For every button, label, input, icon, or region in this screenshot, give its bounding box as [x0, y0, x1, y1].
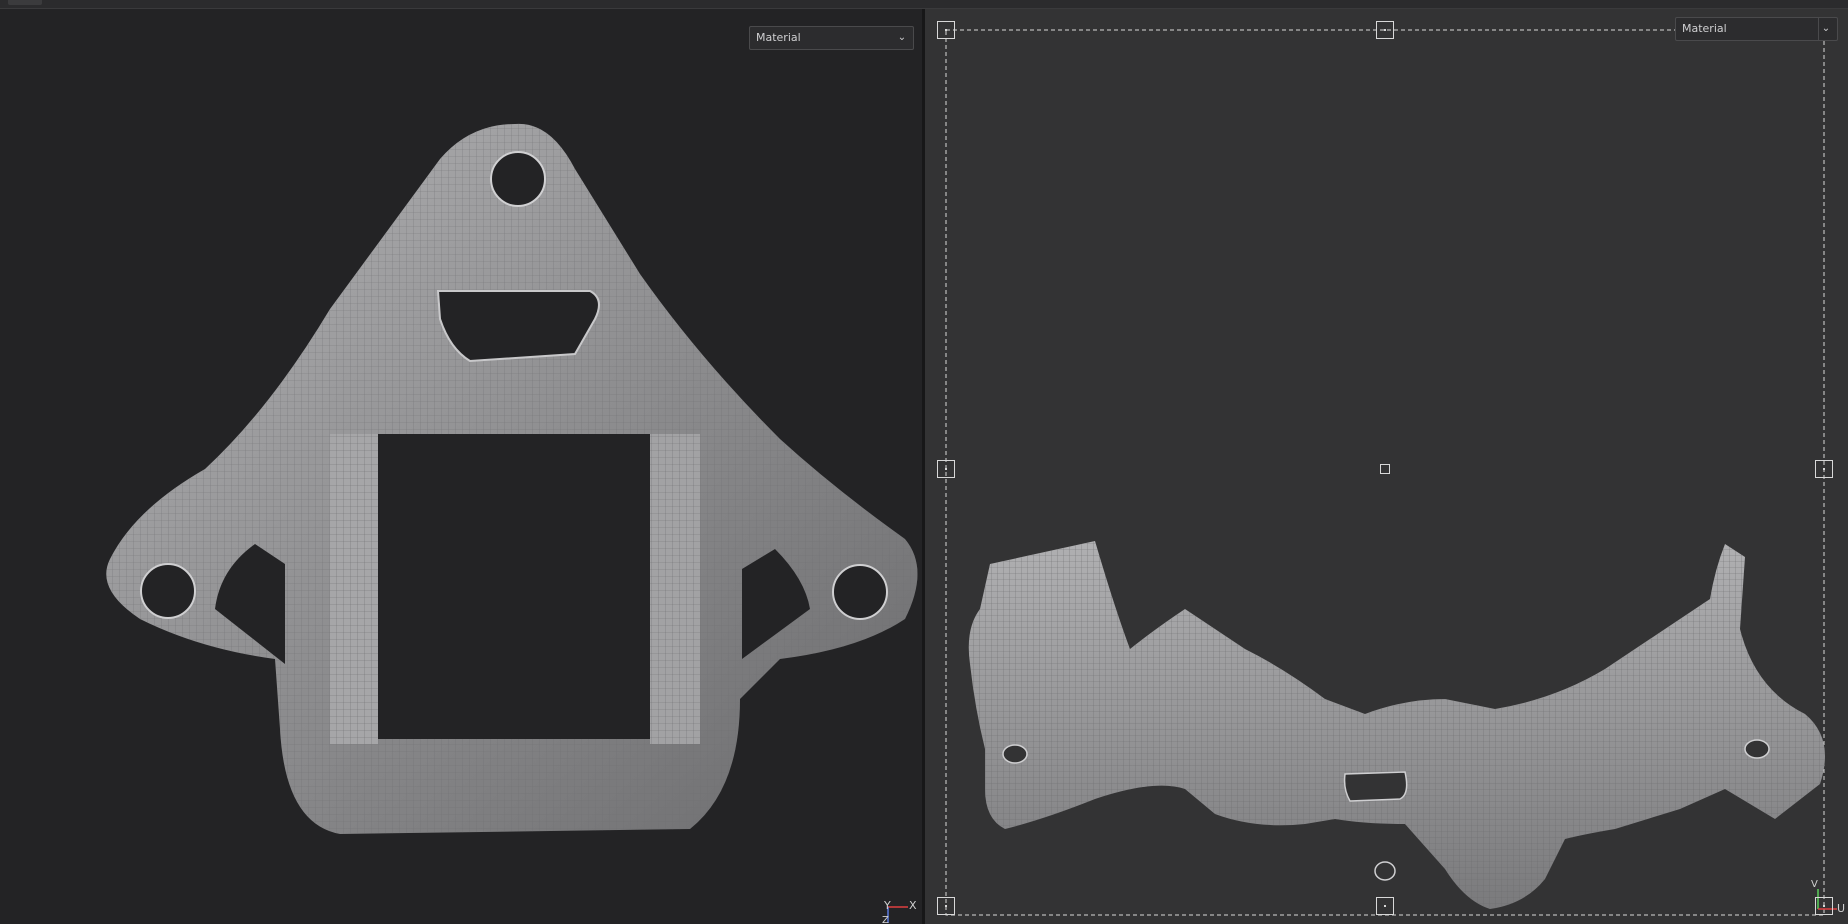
- handle-bottom-left[interactable]: [937, 897, 955, 915]
- shading-mode-label-right: Material: [1682, 22, 1727, 35]
- handle-bottom-mid[interactable]: [1376, 897, 1394, 915]
- mesh-3d-view: Y X Z: [106, 123, 918, 924]
- axis-label-x: X: [909, 899, 917, 912]
- axis-label-y: Y: [883, 899, 891, 912]
- mount-hole-left: [140, 563, 196, 619]
- top-toolbar: [0, 0, 1848, 9]
- uv-slot: [1343, 771, 1408, 802]
- handle-center[interactable]: [1380, 464, 1390, 474]
- toolbar-tab[interactable]: [8, 0, 42, 5]
- uv-hole-bottom: [1374, 861, 1396, 881]
- handle-mid-right[interactable]: [1815, 460, 1833, 478]
- axis-label-v: V: [1811, 879, 1818, 890]
- viewport-3d[interactable]: Y X Z Material ⌄: [0, 9, 922, 924]
- axis-label-z: Z: [882, 915, 889, 924]
- uv-hole-right: [1744, 739, 1770, 759]
- viewport-uv[interactable]: V U: [925, 9, 1848, 924]
- window-central: [378, 434, 650, 739]
- handle-mid-left[interactable]: [937, 460, 955, 478]
- axis-gizmo-3d: [887, 906, 908, 923]
- handle-top-mid[interactable]: [1376, 21, 1394, 39]
- shading-mode-dropdown-left[interactable]: Material ⌄: [749, 26, 914, 50]
- chevron-down-icon: ⌄: [897, 32, 907, 43]
- mount-hole-right: [832, 564, 888, 620]
- chevron-down-icon: ⌄: [1818, 18, 1833, 40]
- slot-upper: [436, 290, 600, 363]
- axis-label-u: U: [1837, 902, 1845, 915]
- uv-hole-left: [1002, 744, 1028, 764]
- handle-bottom-right[interactable]: [1815, 897, 1833, 915]
- mount-hole-top: [490, 151, 546, 207]
- shading-mode-label-left: Material: [756, 31, 801, 44]
- shading-mode-dropdown-right[interactable]: Material ⌄: [1675, 17, 1838, 41]
- handle-top-left[interactable]: [937, 21, 955, 39]
